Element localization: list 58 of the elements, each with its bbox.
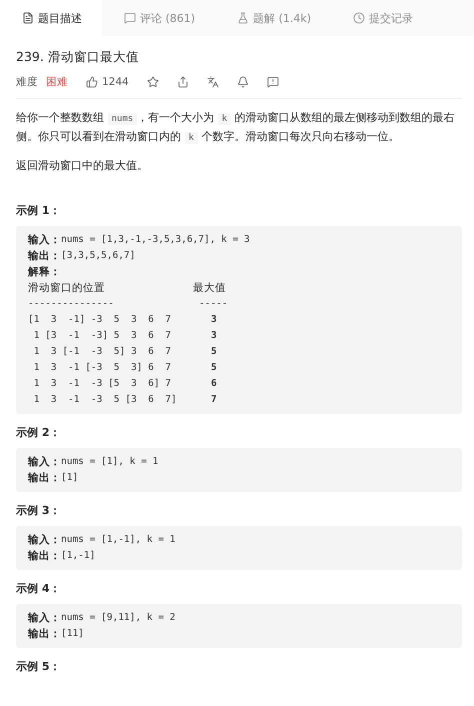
example-heading: 示例 5：: [16, 659, 62, 674]
field-label: 输入：: [28, 611, 61, 626]
column-header: 最大值: [193, 281, 227, 296]
field-label: 输出：: [28, 249, 61, 264]
max-value: 7: [210, 393, 218, 407]
flask-icon: [237, 12, 250, 24]
problem-title: 239. 滑动窗口最大值: [16, 49, 140, 66]
difficulty-level: 困难: [46, 75, 68, 89]
field-label: 输出：: [28, 549, 61, 564]
tab[interactable]: 题目描述: [0, 0, 102, 36]
window-position: [1 3 -1] -3 5 3 6 7: [28, 313, 172, 327]
field-value: [1]: [61, 471, 78, 485]
field-label: 输入：: [28, 455, 61, 470]
max-value: 6: [210, 377, 218, 391]
field-label: 输入：: [28, 533, 61, 548]
star-icon[interactable]: [146, 76, 159, 88]
example-heading: 示例 2：: [16, 425, 62, 440]
field-value: [3,3,5,5,6,7]: [61, 249, 136, 263]
example-heading: 示例 3：: [16, 503, 62, 518]
description-paragraph: 给你一个整数数组 nums ，有一个大小为 k 的滑动窗口从数组的最左侧移动到数组的最右侧。你只可以看到在滑动窗口内的 k 个数字。滑动窗口每次只向右移动一位。: [16, 110, 456, 146]
window-position: 1 3 [-1 -3 5] 3 6 7: [32, 345, 172, 359]
max-value: 5: [210, 345, 218, 359]
max-value: 3: [210, 329, 218, 343]
difficulty-label: 难度: [16, 75, 38, 89]
example-heading: 示例 4：: [16, 581, 62, 596]
field-value: nums = [1,-1], k = 1: [61, 533, 176, 547]
field-value: [11]: [61, 627, 84, 641]
bell-icon[interactable]: [236, 76, 249, 88]
description-paragraph: 返回滑动窗口中的最大值。: [16, 158, 149, 174]
field-label: 输入：: [28, 233, 61, 248]
max-value: 3: [210, 313, 218, 327]
field-value: nums = [1,3,-1,-3,5,3,6,7], k = 3: [61, 233, 250, 247]
field-value: [1,-1]: [61, 549, 96, 563]
share-icon[interactable]: [176, 76, 189, 88]
translate-icon[interactable]: [206, 76, 219, 88]
column-header: 滑动窗口的位置: [28, 281, 106, 296]
thumbs-up-icon[interactable]: [86, 76, 98, 88]
tab[interactable]: 提交记录: [331, 0, 434, 36]
window-position: 1 [3 -1 -3] 5 3 6 7: [32, 329, 172, 343]
field-value: nums = [9,11], k = 2: [61, 611, 176, 625]
explanation-label: 解释：: [28, 265, 61, 280]
field-label: 输出：: [28, 627, 61, 642]
window-position: 1 3 -1 -3 5 [3 6 7]: [32, 393, 178, 407]
window-position: 1 3 -1 [-3 5 3] 6 7: [32, 361, 172, 375]
clock-icon: [353, 12, 366, 24]
feedback-icon[interactable]: [266, 76, 279, 88]
like-count: 1244: [102, 76, 129, 88]
tab[interactable]: 题解 (1.4k): [215, 0, 332, 36]
document-icon: [22, 12, 34, 24]
example-heading: 示例 1：: [16, 203, 62, 218]
dash-rule: -----: [198, 297, 229, 311]
max-value: 5: [210, 361, 218, 375]
field-value: nums = [1], k = 1: [61, 455, 158, 469]
window-position: 1 3 -1 -3 [5 3 6] 7: [32, 377, 172, 391]
tab[interactable]: 评论 (861): [102, 0, 216, 36]
field-label: 输出：: [28, 471, 61, 486]
dash-rule: ---------------: [28, 297, 115, 311]
message-icon: [124, 12, 136, 24]
